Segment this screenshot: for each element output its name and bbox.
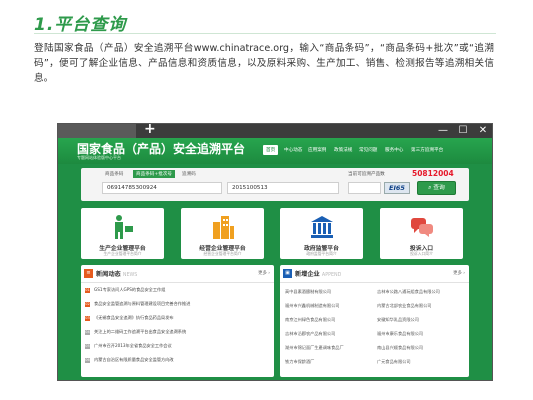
nav-cases[interactable]: 应用案例 (308, 147, 326, 153)
news-more-link[interactable]: 更多 › (258, 270, 270, 276)
new-companies-more-link[interactable]: 更多 › (453, 270, 465, 276)
list-item[interactable]: 铁力市保龄酒厂 (285, 359, 314, 365)
tile-complaint-entry[interactable]: 投诉入口 投诉入口简介 (380, 208, 463, 259)
browser-screenshot: + — ☐ ✕ 国家食品（产品）安全追溯平台 专题网站体验版中心平台 首页 中心… (57, 123, 493, 381)
maximize-button[interactable]: ☐ (456, 124, 470, 138)
captcha-input[interactable] (348, 182, 381, 194)
captcha-image[interactable]: EI65 (384, 182, 410, 194)
list-item[interactable]: 高中县素酒酿制有限公司 (285, 289, 331, 295)
list-item[interactable]: 吉林市公路八通玩组食品有限公司 (377, 289, 440, 295)
list-item[interactable]: 湖州市锦记面厂生產调味食品厂 (285, 345, 344, 351)
search-panel: 商品条码 商品条码+批次号 追溯码 06914785300924 2015100… (81, 168, 469, 201)
news-title-en: NEWS (122, 273, 138, 278)
rank-badge: 06 (85, 358, 90, 363)
news-panel-header: ≡ 新闻动态 NEWS 更多 › (81, 265, 274, 283)
tile-operator-platform[interactable]: 经营企业管理平台 经营企业管理平台简介 (181, 208, 264, 259)
news-title: 新闻动态 NEWS (96, 271, 138, 278)
nav-home[interactable]: 首页 (263, 145, 279, 155)
tab-trace-code[interactable]: 追溯码 (179, 170, 199, 178)
list-item[interactable]: 03 《无锡食品安全追溯》执行食品药品局发布 (85, 315, 174, 325)
new-companies-title-en: APPEND (321, 273, 342, 278)
rank-badge: 02 (85, 302, 90, 307)
tile-producer-sub: 生产企业管理平台简介 (103, 251, 142, 256)
list-item[interactable]: 01 GS1专家访问人GPS的食品安全工作组 (85, 287, 165, 297)
traceable-count-label: 当前可追溯产品数 (348, 172, 385, 177)
doc-paragraph: 登陆国家食品（产品）安全追溯平台www.chinatrace.org，输入“商品… (34, 43, 494, 84)
nav-policy[interactable]: 政策法规 (334, 147, 352, 153)
nav-news[interactable]: 中心动态 (284, 147, 302, 153)
rank-badge: 05 (85, 344, 90, 349)
new-companies-title: 新增企业 APPEND (295, 271, 342, 278)
query-button[interactable]: ⌕ 查询 (417, 181, 456, 195)
nav-thirdparty[interactable]: 第三方追溯平台 (411, 147, 443, 153)
doc-heading: 1.平台查询 (34, 15, 127, 35)
batch-input[interactable]: 2015100513 (227, 182, 339, 194)
close-button[interactable]: ✕ (476, 124, 490, 138)
list-item[interactable]: 04 关注上的二维码工作追溯平台出食品安全追溯系统 (85, 329, 186, 339)
query-button-label: 查询 (433, 185, 445, 191)
tab-barcode-batch[interactable]: 商品条码+批次号 (133, 170, 176, 178)
search-icon: ⌕ (428, 185, 432, 191)
rank-badge: 01 (85, 288, 90, 293)
buildings-icon (213, 216, 234, 239)
tile-complaint-sub: 投诉入口简介 (410, 251, 433, 256)
tile-producer-platform[interactable]: 生产企业管理平台 生产企业管理平台简介 (81, 208, 164, 259)
heading-divider (34, 33, 496, 34)
barcode-input[interactable]: 06914785300924 (102, 182, 222, 194)
site-slogan: 专题网站体验版中心平台 (77, 155, 121, 160)
traceable-count-value: 50812004 (412, 169, 454, 178)
rank-badge: 04 (85, 330, 90, 335)
browser-titlebar: + — ☐ ✕ (58, 124, 492, 138)
minimize-button[interactable]: — (436, 124, 450, 138)
list-item[interactable]: 内蒙古北部农业食品有限公司 (377, 303, 431, 309)
list-item[interactable]: 安徽知华乳品资限公司 (377, 317, 419, 323)
list-item[interactable]: 福州市兴鑫机械制造有限公司 (285, 303, 339, 309)
list-item[interactable]: 06 内蒙古自治区有限质量食品安全监管方向改 (85, 357, 174, 367)
new-tab-button[interactable]: + (144, 124, 156, 137)
rank-badge: 03 (85, 316, 90, 321)
list-item[interactable]: 南京江州绿色食品有限公司 (285, 317, 335, 323)
list-item[interactable]: 南山县兴顺食品有限公司 (377, 345, 423, 351)
news-icon: ≡ (84, 269, 93, 278)
tab-barcode[interactable]: 商品条码 (102, 170, 126, 178)
new-companies-panel: ▣ 新增企业 APPEND 更多 › 高中县素酒酿制有限公司 福州市兴鑫机械制造… (280, 265, 469, 377)
tile-government-sub: 政府监管平台简介 (306, 251, 337, 256)
government-building-icon (311, 216, 333, 238)
worker-icon (115, 215, 133, 239)
list-item[interactable]: 吉林市沿郡农产品有限公司 (285, 331, 335, 337)
nav-faq[interactable]: 常见问题 (359, 147, 377, 153)
company-icon: ▣ (283, 269, 292, 278)
browser-tab[interactable] (58, 124, 136, 138)
list-item[interactable]: 02 食品安全监管追溯与原料管理建设项目完善合作推进 (85, 301, 190, 311)
chat-bubble-icon (411, 218, 433, 237)
list-item[interactable]: 广元食品有限公司 (377, 359, 411, 365)
tile-government-platform[interactable]: 政府监管平台 政府监管平台简介 (280, 208, 363, 259)
nav-service[interactable]: 服务中心 (385, 147, 403, 153)
news-panel: ≡ 新闻动态 NEWS 更多 › 01 GS1专家访问人GPS的食品安全工作组 0… (81, 265, 274, 377)
list-item[interactable]: 福州市康乐食品有限公司 (377, 331, 423, 337)
new-companies-header: ▣ 新增企业 APPEND 更多 › (280, 265, 469, 283)
tile-operator-sub: 经营企业管理平台简介 (203, 251, 242, 256)
list-item[interactable]: 05 广州市召开2013年全省食品安全工作会议 (85, 343, 172, 353)
